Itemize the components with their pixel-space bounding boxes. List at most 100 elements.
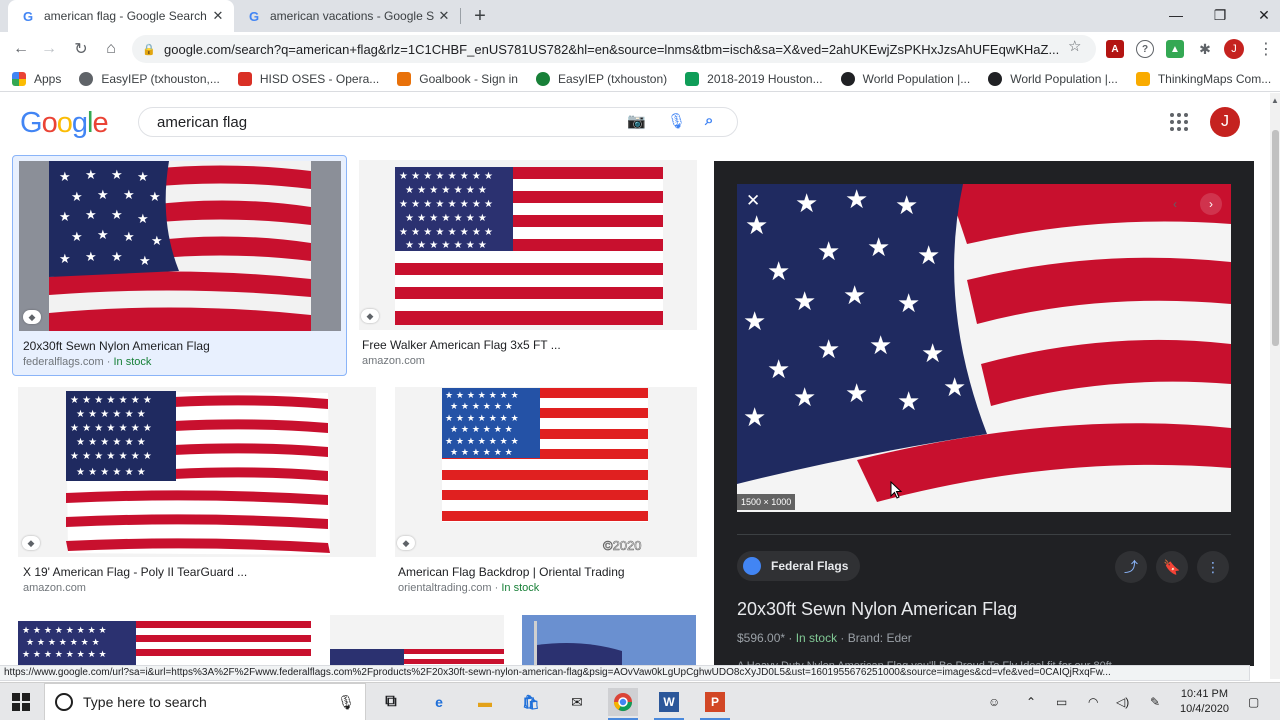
windows-start-icon[interactable]: [12, 693, 30, 711]
result-title[interactable]: Free Walker American Flag 3x5 FT ...: [362, 338, 561, 352]
taskbar-search-input[interactable]: Type here to search: [83, 694, 337, 710]
google-favicon-icon: G: [22, 8, 34, 24]
bookmark-easyiep-2[interactable]: EasyIEP (txhouston): [535, 71, 667, 86]
svg-text:★: ★: [897, 387, 920, 417]
scrollbar-thumb[interactable]: [1272, 130, 1279, 346]
google-logo[interactable]: Google: [20, 107, 109, 140]
bookmark-world-pop-1[interactable]: World Population |...: [840, 71, 970, 86]
svg-text:★ ★ ★ ★ ★ ★ ★: ★ ★ ★ ★ ★ ★ ★: [445, 391, 519, 401]
image-result-7-thumbnail[interactable]: [522, 615, 696, 665]
search-input[interactable]: american flag: [157, 114, 247, 131]
google-apps-icon[interactable]: [1170, 113, 1188, 131]
drive-extension-icon[interactable]: ▲: [1166, 40, 1184, 58]
bookmark-world-pop-2[interactable]: World Population |...: [988, 71, 1118, 86]
browser-menu-icon[interactable]: ⋮: [1258, 39, 1274, 59]
people-icon[interactable]: ☺: [988, 695, 1000, 709]
task-view-icon[interactable]: ⧉: [376, 688, 406, 716]
save-bookmark-button[interactable]: 🔖: [1156, 551, 1188, 583]
acrobat-extension-icon[interactable]: A: [1106, 40, 1124, 58]
new-tab-button[interactable]: +: [468, 4, 492, 28]
profile-avatar[interactable]: J: [1224, 39, 1244, 59]
home-button[interactable]: ⌂: [98, 36, 124, 62]
close-window-button[interactable]: ✕: [1242, 0, 1280, 30]
image-result-5-thumbnail[interactable]: ★ ★ ★ ★ ★ ★ ★ ★ ★ ★ ★ ★ ★ ★ ★ ★ ★ ★ ★ ★ ★ …: [18, 615, 311, 665]
edge-icon[interactable]: e: [424, 688, 454, 716]
close-preview-icon[interactable]: ✕: [746, 191, 760, 211]
camera-icon[interactable]: 📷: [627, 112, 646, 130]
bookmark-thinkingmaps[interactable]: ThinkingMaps Com...: [1135, 71, 1271, 86]
bookmark-easyiep-1[interactable]: EasyIEP (txhouston,...: [79, 71, 220, 86]
image-result-1[interactable]: ★ ★ ★ ★ ★ ★ ★ ★ ★ ★ ★ ★ ★ ★ ★ ★ ★ ★ ★ ★ ◆ 20x30ft Sewn …: [12, 155, 347, 376]
search-icon[interactable]: ⌕: [705, 112, 713, 129]
next-image-icon[interactable]: ›: [1200, 193, 1222, 215]
mic-icon[interactable]: 🎙: [667, 112, 686, 130]
preview-image[interactable]: ★ ★ ★ ★ ★ ★ ★ ★ ★ ★ ★ ★ ★ ★ ★ ★ ★ ★ ★ ★ ★: [737, 184, 1231, 512]
flag-thumbnail[interactable]: ★ ★ ★ ★ ★ ★ ★ ★ ★ ★ ★ ★ ★ ★ ★ ★ ★ ★ ★ ★ ★ …: [395, 387, 697, 557]
flag-thumbnail[interactable]: ★ ★ ★ ★ ★ ★ ★ ★ ★ ★ ★ ★ ★ ★ ★ ★ ★ ★ ★ ★ ★…: [359, 160, 697, 330]
notifications-icon[interactable]: ▢: [1248, 695, 1259, 709]
image-result-4[interactable]: ★ ★ ★ ★ ★ ★ ★ ★ ★ ★ ★ ★ ★ ★ ★ ★ ★ ★ ★ ★ ★ …: [395, 387, 697, 597]
maximize-button[interactable]: ❐: [1198, 0, 1242, 30]
svg-text:★: ★: [917, 241, 940, 271]
minimize-button[interactable]: —: [1154, 0, 1198, 30]
bookmark-houston[interactable]: 2018-2019 Houston...: [685, 71, 823, 86]
bookmark-apps[interactable]: Apps: [12, 71, 61, 86]
bookmark-favicon-icon: [397, 71, 412, 86]
panel-title[interactable]: 20x30ft Sewn Nylon American Flag: [737, 599, 1017, 620]
volume-icon[interactable]: ◁): [1116, 695, 1129, 709]
chrome-icon[interactable]: [608, 688, 638, 716]
more-options-button[interactable]: ⋮: [1197, 551, 1229, 583]
scroll-up-arrow-icon[interactable]: ▲: [1270, 96, 1280, 105]
forward-button[interactable]: →: [36, 36, 62, 62]
store-icon[interactable]: 🛍: [516, 688, 546, 716]
file-explorer-icon[interactable]: ▬: [470, 688, 500, 716]
address-bar[interactable]: 🔒 google.com/search?q=american+flag&rlz=…: [132, 35, 1096, 63]
back-button[interactable]: ←: [8, 36, 34, 62]
mail-icon[interactable]: ✉: [562, 688, 592, 716]
svg-text:★: ★: [123, 188, 135, 203]
share-button[interactable]: ⤴: [1115, 551, 1147, 583]
close-tab-icon[interactable]: ✕: [208, 6, 228, 26]
result-title[interactable]: X 19' American Flag - Poly II TearGuard …: [23, 565, 247, 579]
powerpoint-icon[interactable]: P: [705, 692, 725, 712]
taskbar-search[interactable]: Type here to search 🎙: [44, 683, 366, 720]
tab-american-flag[interactable]: G american flag - Google Search ✕: [8, 0, 234, 32]
extensions-puzzle-icon[interactable]: ✱: [1196, 40, 1214, 58]
product-tag-icon: ◆: [397, 536, 415, 550]
bookmark-goalbook[interactable]: Goalbook - Sign in: [397, 71, 518, 86]
word-icon[interactable]: W: [659, 692, 679, 712]
show-hidden-icons-chevron-icon[interactable]: ⌃: [1026, 695, 1036, 709]
tab-strip: G american flag - Google Search ✕ G amer…: [0, 0, 1280, 32]
svg-text:★ ★ ★ ★ ★ ★ ★ ★: ★ ★ ★ ★ ★ ★ ★ ★: [399, 227, 493, 238]
tab-title: american flag - Google Search: [44, 9, 207, 23]
bookmark-hisd-oses[interactable]: HISD OSES - Opera...: [237, 71, 379, 86]
image-result-3[interactable]: ★ ★ ★ ★ ★ ★ ★ ★ ★ ★ ★ ★ ★ ★ ★ ★ ★ ★ ★ ★ ★ …: [18, 387, 376, 597]
tab-separator: [460, 8, 461, 24]
source-chip[interactable]: Federal Flags: [737, 551, 861, 581]
url-text: google.com/search?q=american+flag&rlz=1C…: [164, 41, 1060, 57]
reload-button[interactable]: ↻: [68, 36, 94, 62]
close-tab-icon[interactable]: ✕: [434, 6, 454, 26]
image-result-6-thumbnail[interactable]: [330, 615, 504, 665]
mic-icon[interactable]: 🎙: [337, 694, 355, 711]
globe-icon: [743, 557, 761, 575]
result-title[interactable]: American Flag Backdrop | Oriental Tradin…: [398, 565, 625, 579]
account-avatar[interactable]: J: [1210, 107, 1240, 137]
system-clock[interactable]: 10:41 PM 10/4/2020: [1180, 687, 1229, 717]
svg-text:★: ★: [85, 250, 97, 265]
svg-text:★: ★: [817, 237, 840, 267]
product-tag-icon: ◆: [23, 310, 41, 324]
result-title[interactable]: 20x30ft Sewn Nylon American Flag: [23, 339, 210, 353]
image-result-2[interactable]: ★ ★ ★ ★ ★ ★ ★ ★ ★ ★ ★ ★ ★ ★ ★ ★ ★ ★ ★ ★ ★…: [359, 160, 697, 375]
tab-american-vacations[interactable]: G american vacations - Google Sea ✕: [234, 0, 460, 32]
wifi-icon[interactable]: ◠: [1088, 695, 1098, 709]
flag-thumbnail[interactable]: ★ ★ ★ ★ ★ ★ ★ ★ ★ ★ ★ ★ ★ ★ ★ ★ ★ ★ ★ ★: [19, 161, 341, 331]
pen-icon[interactable]: ✎: [1150, 695, 1160, 709]
svg-text:★: ★: [743, 403, 766, 433]
previous-image-icon[interactable]: ‹: [1164, 193, 1186, 215]
battery-icon[interactable]: ▭: [1056, 695, 1067, 709]
link-status-bar: https://www.google.com/url?sa=i&url=http…: [0, 665, 1250, 681]
search-box[interactable]: american flag 📷 🎙 ⌕: [138, 107, 738, 137]
flag-thumbnail[interactable]: ★ ★ ★ ★ ★ ★ ★ ★ ★ ★ ★ ★ ★ ★ ★ ★ ★ ★ ★ ★ ★ …: [18, 387, 376, 557]
help-extension-icon[interactable]: ?: [1136, 40, 1154, 58]
